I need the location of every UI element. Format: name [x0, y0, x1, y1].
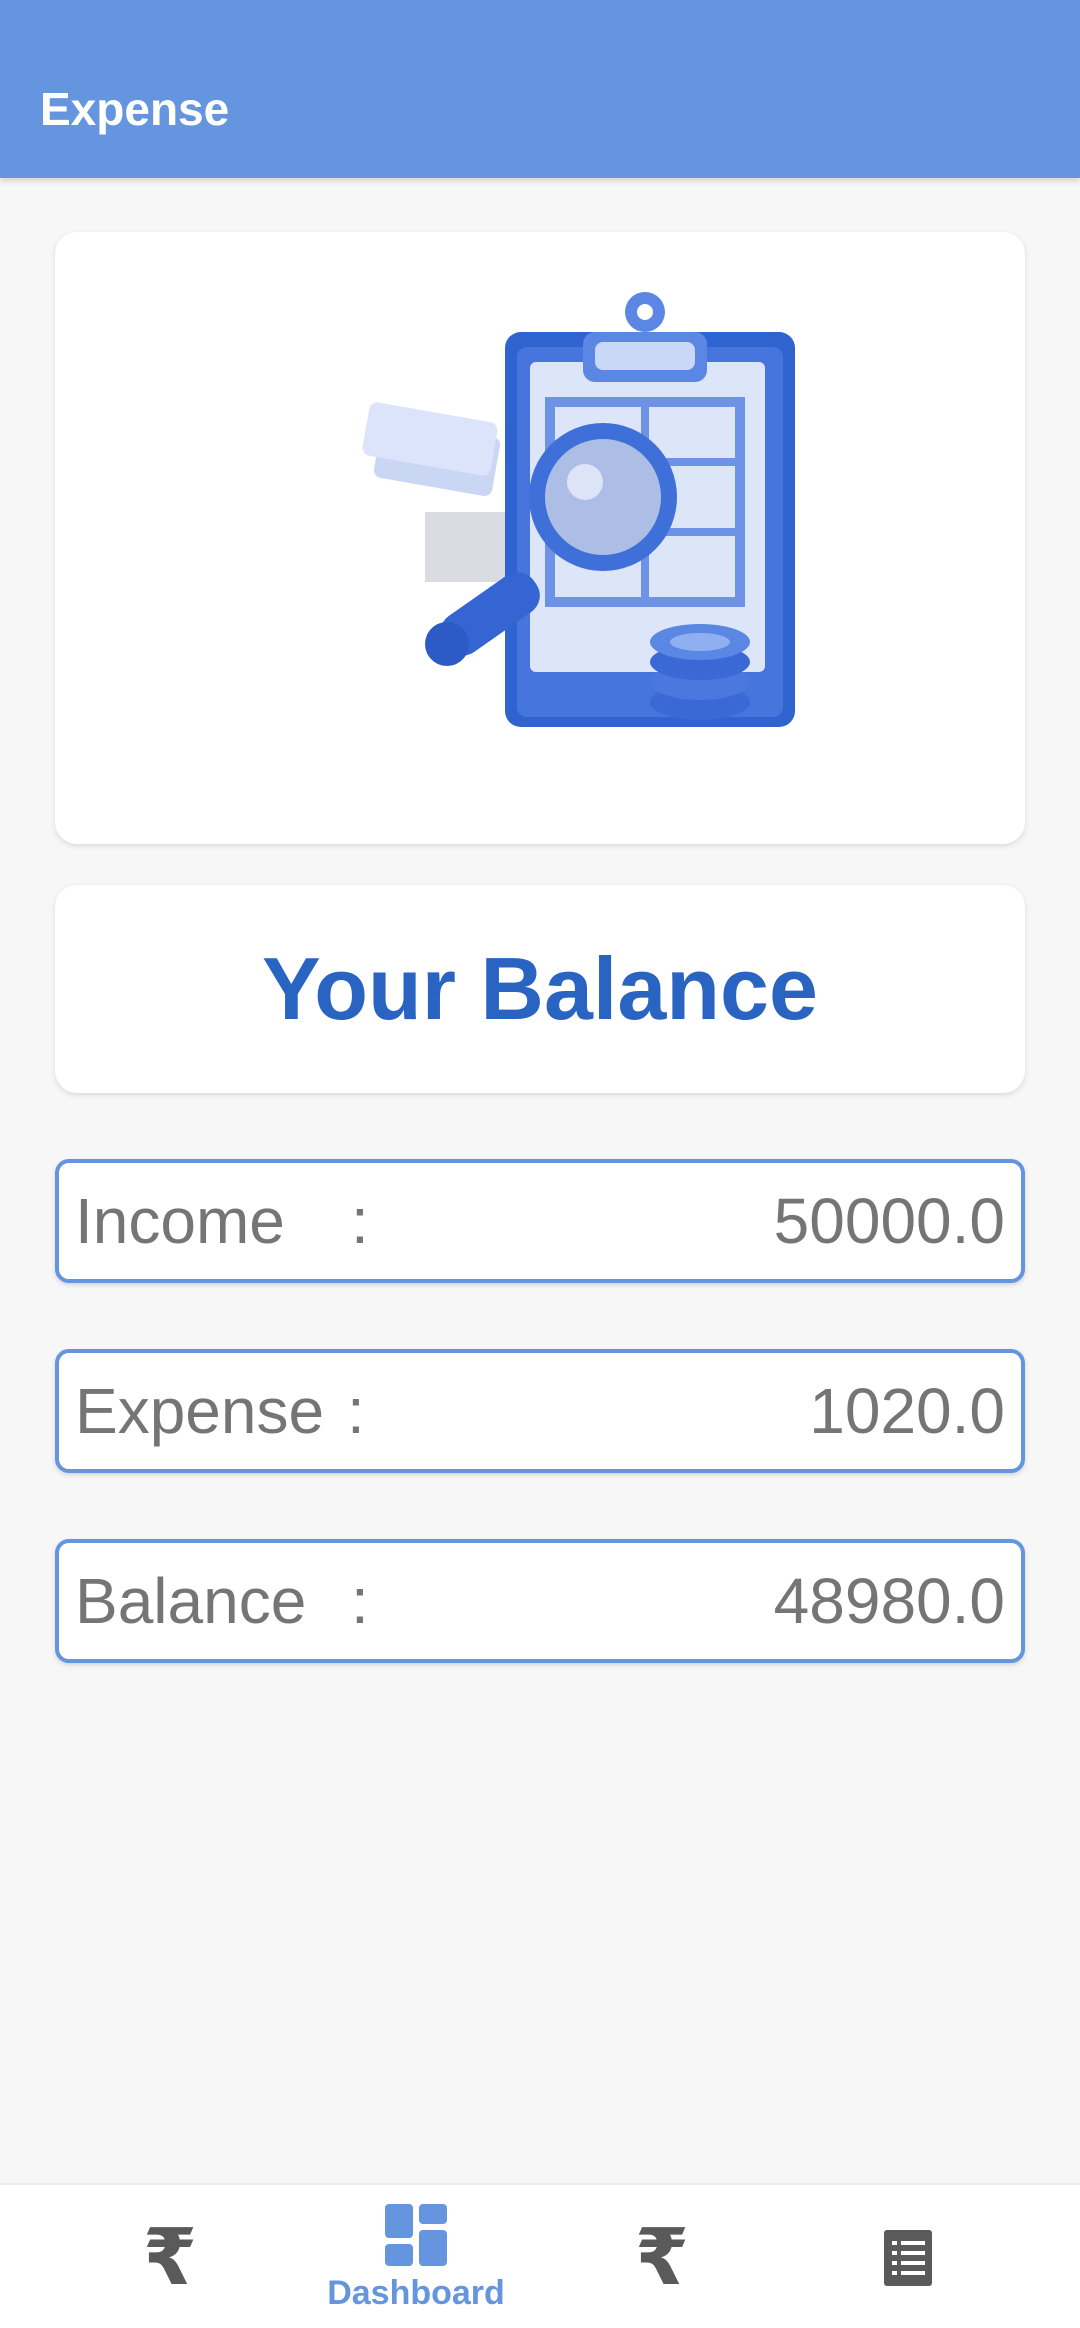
nav-item-income[interactable]: ₹ [60, 2185, 280, 2328]
expense-app: Expense Your Balance Income: 50000.0 Ex… [0, 0, 1080, 2328]
expense-label: Expense [75, 1375, 325, 1447]
balance-title-card: Your Balance [55, 885, 1025, 1093]
nav-item-expense[interactable]: ₹ [552, 2185, 772, 2328]
nav-item-dashboard[interactable]: Dashboard [306, 2185, 526, 2328]
income-label: Income [75, 1185, 285, 1257]
balance-title: Your Balance [262, 939, 818, 1038]
bottom-navigation: ₹ Dashboard ₹ [0, 2183, 1080, 2328]
nav-label-dashboard: Dashboard [327, 2274, 505, 2312]
balance-value: 48980.0 [773, 1565, 1005, 1637]
income-row: Income : 50000.0 [55, 1159, 1025, 1283]
nav-item-report[interactable] [798, 2185, 1018, 2328]
expense-value: 1020.0 [809, 1375, 1005, 1447]
balance-label: Balance [75, 1565, 307, 1637]
rupee-icon: ₹ [142, 2212, 198, 2303]
expense-row: Expense : 1020.0 [55, 1349, 1025, 1473]
expense-separator: : [347, 1375, 365, 1447]
report-list-icon [884, 2229, 932, 2286]
app-title: Expense [40, 83, 230, 135]
app-bar: Expense [0, 0, 1080, 178]
rupee-icon: ₹ [634, 2212, 690, 2303]
income-value: 50000.0 [773, 1185, 1005, 1257]
dashboard-icon [385, 2204, 447, 2266]
clipboard-magnifier-coins-illustration [362, 292, 795, 727]
balance-row: Balance : 48980.0 [55, 1539, 1025, 1663]
hero-card [55, 232, 1025, 844]
income-separator: : [351, 1185, 369, 1257]
balance-separator: : [351, 1565, 369, 1637]
